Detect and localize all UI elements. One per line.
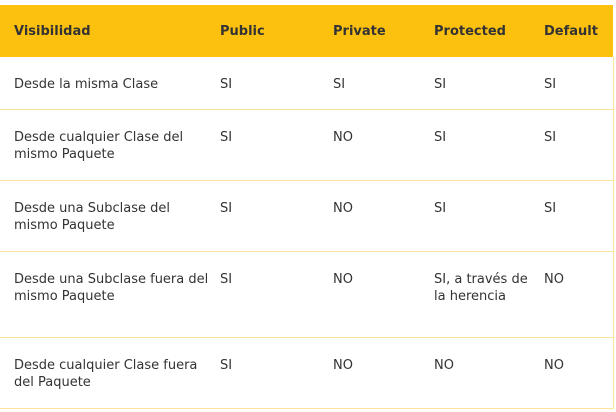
table-row: Desde una Subclase del mismo Paquete SI … <box>0 180 614 252</box>
cell-protected: SI <box>434 180 544 252</box>
header-default: Default <box>544 23 598 39</box>
row-label: Desde cualquier Clase fuera del Paquete <box>0 337 220 409</box>
cell-public: SI <box>220 57 333 110</box>
cell-protected: NO <box>434 337 544 409</box>
cell-private: NO <box>333 337 434 409</box>
row-label: Desde cualquier Clase del mismo Paquete <box>0 109 220 181</box>
header-public: Public <box>220 23 265 39</box>
table-row: Desde una Subclase fuera del mismo Paque… <box>0 251 614 338</box>
header-private: Private <box>333 23 386 39</box>
table-body: Desde la misma Clase SI SI SI SI Desde c… <box>0 57 614 409</box>
row-label: Desde una Subclase del mismo Paquete <box>0 180 220 252</box>
cell-protected: SI, a través de la herencia <box>434 251 544 338</box>
cell-public: SI <box>220 337 333 409</box>
cell-protected: SI <box>434 57 544 110</box>
cell-public: SI <box>220 109 333 181</box>
header-row: Visibilidad Public Private Protected Def… <box>0 5 613 57</box>
row-label: Desde una Subclase fuera del mismo Paque… <box>0 251 220 338</box>
visibility-table: Visibilidad Public Private Protected Def… <box>0 5 614 409</box>
cell-default: NO <box>544 251 614 338</box>
row-label: Desde la misma Clase <box>0 57 220 110</box>
table-row: Desde cualquier Clase del mismo Paquete … <box>0 109 614 181</box>
table-row: Desde cualquier Clase fuera del Paquete … <box>0 337 614 409</box>
cell-public: SI <box>220 180 333 252</box>
table-header: Visibilidad Public Private Protected Def… <box>0 5 613 57</box>
cell-default: SI <box>544 109 614 181</box>
cell-private: NO <box>333 251 434 338</box>
cell-private: SI <box>333 57 434 110</box>
header-visibilidad: Visibilidad <box>14 23 91 39</box>
visibility-table-container: Visibilidad Public Private Protected Def… <box>0 0 616 412</box>
cell-protected: SI <box>434 109 544 181</box>
cell-default: SI <box>544 180 614 252</box>
cell-private: NO <box>333 180 434 252</box>
cell-default: SI <box>544 57 614 110</box>
table-row: Desde la misma Clase SI SI SI SI <box>0 57 614 110</box>
cell-public: SI <box>220 251 333 338</box>
cell-default: NO <box>544 337 614 409</box>
header-protected: Protected <box>434 23 506 39</box>
cell-private: NO <box>333 109 434 181</box>
